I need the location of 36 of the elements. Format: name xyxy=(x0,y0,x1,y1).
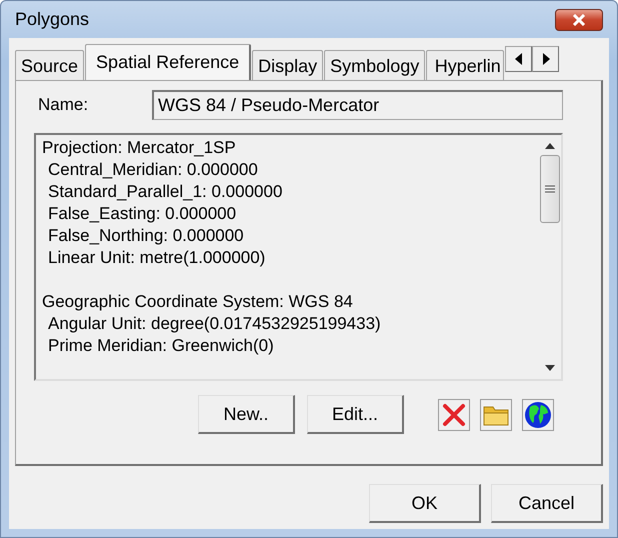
open-button[interactable] xyxy=(480,398,512,430)
tab[interactable]: Spatial Reference xyxy=(85,44,252,80)
name-label: Name: xyxy=(37,95,90,115)
detail-line: Central_Meridian: 0.000000 xyxy=(47,159,259,181)
detail-line: Angular Unit: degree(0.0174532925199433) xyxy=(47,313,382,335)
scroll-down-icon[interactable] xyxy=(545,365,555,371)
right-arrow-icon xyxy=(542,53,550,65)
window-title: Polygons xyxy=(14,9,90,30)
delete-icon xyxy=(442,402,466,426)
detail-line: Projection: Mercator_1SP xyxy=(42,137,237,159)
tab[interactable]: Symbology xyxy=(324,50,426,80)
globe-icon xyxy=(524,400,552,428)
left-arrow-icon xyxy=(514,53,523,65)
tab[interactable]: Hyperlin xyxy=(426,50,504,80)
close-button[interactable] xyxy=(555,8,603,30)
scroll-up-icon[interactable] xyxy=(545,143,555,149)
dialog-button[interactable]: Cancel xyxy=(491,484,603,523)
detail-line: Prime Meridian: Greenwich(0) xyxy=(47,335,275,357)
scroll-left-button[interactable] xyxy=(505,46,532,72)
grip-icon xyxy=(545,185,555,193)
detail-line: Geographic Coordinate System: WGS 84 xyxy=(42,291,354,313)
close-icon xyxy=(572,14,586,26)
detail-line: False_Northing: 0.000000 xyxy=(47,225,245,247)
detail-line: False_Easting: 0.000000 xyxy=(47,203,238,225)
name-field[interactable]: WGS 84 / Pseudo-Mercator xyxy=(152,90,563,120)
tab[interactable]: Source xyxy=(15,50,84,80)
globe-button[interactable] xyxy=(522,398,554,430)
scroll-right-button[interactable] xyxy=(532,46,560,72)
action-button[interactable]: New.. xyxy=(198,395,295,434)
delete-button[interactable] xyxy=(438,398,470,430)
action-button[interactable]: Edit... xyxy=(307,395,404,434)
detail-line: Standard_Parallel_1: 0.000000 xyxy=(47,181,284,203)
tab[interactable]: Display xyxy=(252,50,324,80)
scrollbar-thumb[interactable] xyxy=(540,155,560,223)
detail-line: Linear Unit: metre(1.000000) xyxy=(47,247,266,269)
dialog-button[interactable]: OK xyxy=(369,484,481,523)
